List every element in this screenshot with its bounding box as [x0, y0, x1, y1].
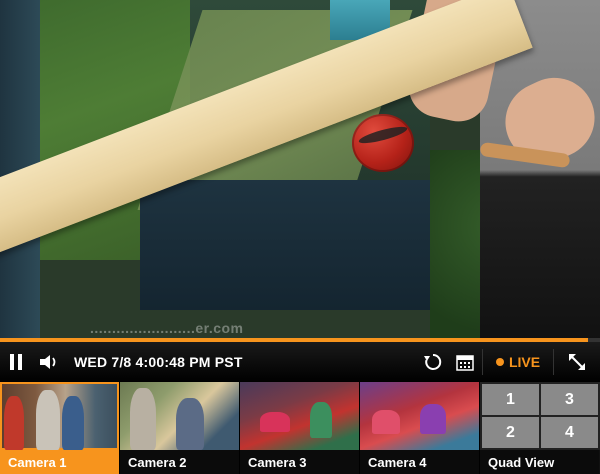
quad-cell-2: 2 [482, 417, 539, 448]
camera-2-tab[interactable]: Camera 2 [120, 382, 239, 474]
red-ball [352, 114, 414, 172]
video-player[interactable]: ........................er.com [0, 0, 600, 340]
rewind-icon [424, 353, 442, 370]
watermark: ........................er.com [90, 320, 244, 336]
volume-button[interactable] [32, 342, 66, 382]
calendar-icon [456, 355, 474, 371]
expand-icon [569, 354, 585, 370]
calendar-button[interactable] [448, 342, 482, 382]
camera-3-thumbnail [240, 382, 359, 450]
volume-icon [40, 355, 56, 369]
timestamp: WED 7/8 4:00:48 PM PST [74, 354, 243, 370]
camera-4-label: Camera 4 [360, 450, 479, 474]
camera-3-label: Camera 3 [240, 450, 359, 474]
stand-structure [140, 180, 430, 310]
camera-4-tab[interactable]: Camera 4 [360, 382, 479, 474]
live-dot-icon [495, 358, 504, 366]
player-controls: WED 7/8 4:00:48 PM PST LIVE [0, 342, 600, 382]
quad-view-tab[interactable]: 1 3 2 4 Quad View [480, 382, 600, 474]
camera-1-label: Camera 1 [0, 450, 119, 474]
quad-cell-1: 1 [482, 384, 539, 415]
quad-cell-4: 4 [541, 417, 598, 448]
live-label: LIVE [508, 354, 541, 370]
quad-view-label: Quad View [480, 450, 599, 474]
quad-view-grid: 1 3 2 4 [480, 382, 600, 450]
fullscreen-button[interactable] [554, 342, 600, 382]
rewind-button[interactable] [418, 342, 448, 382]
quad-cell-3: 3 [541, 384, 598, 415]
camera-1-tab[interactable]: Camera 1 [0, 382, 119, 474]
camera-3-tab[interactable]: Camera 3 [240, 382, 359, 474]
live-button[interactable]: LIVE [482, 349, 554, 375]
camera-2-label: Camera 2 [120, 450, 239, 474]
camera-1-thumbnail [0, 382, 119, 450]
camera-selector: Camera 1 Camera 2 Camera 3 Camera 4 1 3 … [0, 382, 600, 474]
camera-2-thumbnail [120, 382, 239, 450]
pause-icon [10, 354, 14, 370]
pause-button[interactable] [0, 342, 32, 382]
camera-4-thumbnail [360, 382, 479, 450]
